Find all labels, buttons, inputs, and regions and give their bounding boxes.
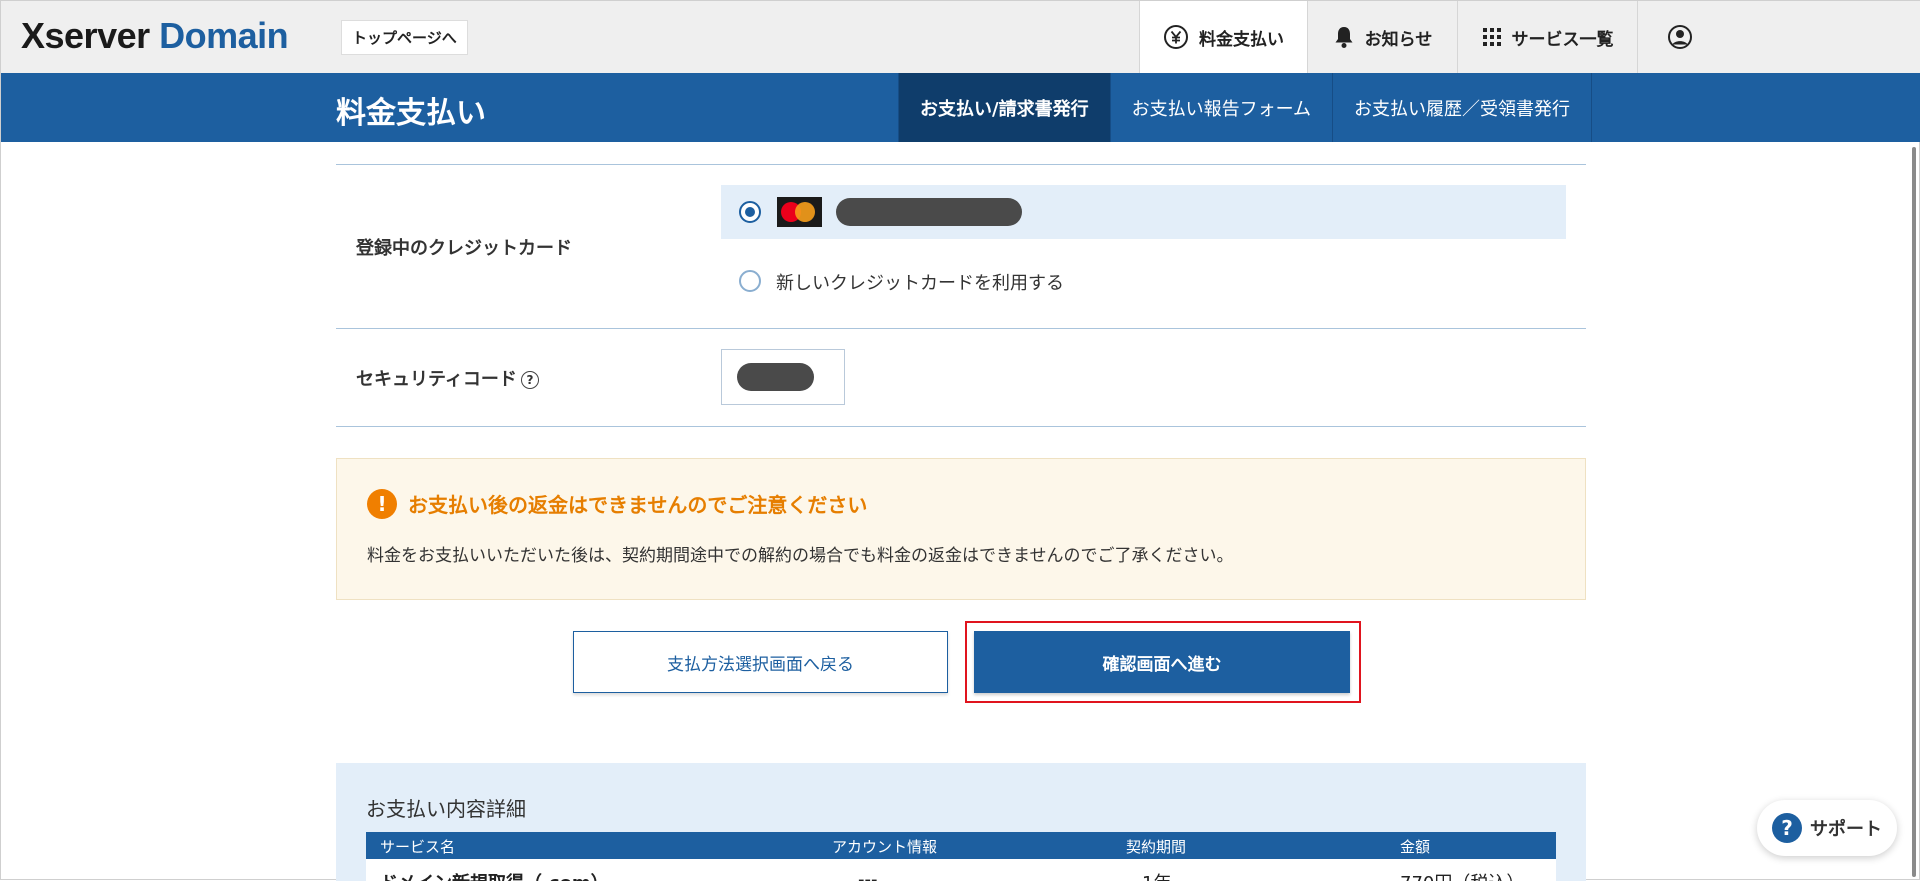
xserver-domain-logo[interactable]: Xserver Domain (21, 15, 289, 57)
support-button[interactable]: ? サポート (1757, 800, 1897, 856)
divider (336, 426, 1586, 427)
table-row: ドメイン新規取得（.com） --- 1年 770円（税込） (366, 859, 1556, 881)
back-button[interactable]: 支払方法選択画面へ戻る (573, 631, 948, 693)
column-contract-period: 契約期間 (1126, 838, 1187, 856)
warning-icon: ! (367, 489, 397, 519)
masked-security-code (737, 363, 814, 391)
top-header: Xserver Domain トップページへ 料金支払い お知らせ サービス一覧 (1, 1, 1920, 73)
details-table-header: サービス名 アカウント情報 契約期間 金額 (366, 832, 1556, 859)
column-amount: 金額 (1400, 838, 1431, 856)
nav-payment-label: 料金支払い (1199, 29, 1284, 50)
notice-title: お支払い後の返金はできませんのでご注意ください (408, 493, 868, 517)
nav-notices[interactable]: お知らせ (1307, 1, 1457, 73)
security-code-label: セキュリティコード? (356, 365, 539, 391)
registered-card-label: 登録中のクレジットカード (356, 238, 572, 259)
logo-text-xserver: Xserver (21, 15, 150, 56)
user-icon (1667, 25, 1692, 49)
masked-card-number (836, 198, 1022, 226)
yen-icon (1164, 25, 1188, 49)
tab-payment-history[interactable]: お支払い履歴／受領書発行 (1332, 73, 1593, 142)
sub-header: 料金支払い お支払い/請求書発行 お支払い報告フォーム お支払い履歴／受領書発行 (1, 73, 1920, 142)
nav-notices-label: お知らせ (1364, 29, 1433, 50)
cell-service: ドメイン新規取得（.com） (380, 869, 609, 881)
nav-services-label: サービス一覧 (1511, 29, 1614, 50)
notice-body: 料金をお支払いいただいた後は、契約期間途中での解約の場合でも料金の返金はできませ… (367, 546, 1234, 566)
divider (336, 164, 1586, 165)
divider (336, 328, 1586, 329)
cell-period: 1年 (1142, 869, 1171, 881)
new-card-radio[interactable] (739, 270, 761, 292)
cell-amount: 770円（税込） (1400, 869, 1524, 881)
page-title: 料金支払い (336, 96, 486, 131)
bell-icon (1335, 27, 1353, 48)
tab-payment-report-form[interactable]: お支払い報告フォーム (1109, 73, 1332, 142)
payment-details: お支払い内容詳細 サービス名 アカウント情報 契約期間 金額 ドメイン新規取得（… (336, 763, 1586, 881)
cell-account: --- (858, 869, 878, 881)
help-icon[interactable]: ? (520, 371, 539, 389)
nav-payment[interactable]: 料金支払い (1139, 1, 1307, 73)
proceed-to-confirm-button[interactable]: 確認画面へ進む (974, 631, 1350, 693)
payment-details-title: お支払い内容詳細 (366, 797, 526, 821)
security-code-text: セキュリティコード (356, 369, 517, 390)
refund-notice: ! お支払い後の返金はできませんのでご注意ください 料金をお支払いいただいた後は… (336, 458, 1586, 600)
registered-card-radio[interactable] (739, 201, 761, 223)
nav-services[interactable]: サービス一覧 (1457, 1, 1637, 73)
support-label: サポート (1810, 819, 1882, 840)
scrollbar[interactable] (1912, 147, 1916, 877)
security-code-input[interactable] (721, 349, 845, 405)
logo-text-domain: Domain (159, 15, 289, 56)
top-nav: 料金支払い お知らせ サービス一覧 (1139, 1, 1721, 73)
nav-account[interactable] (1637, 1, 1721, 73)
tab-payment-invoice[interactable]: お支払い/請求書発行 (898, 73, 1110, 142)
top-page-link[interactable]: トップページへ (341, 20, 468, 55)
column-account-info: アカウント情報 (832, 838, 938, 856)
help-circle-icon: ? (1772, 813, 1802, 843)
new-card-label[interactable]: 新しいクレジットカードを利用する (776, 269, 1064, 295)
column-service-name: サービス名 (380, 838, 456, 856)
grid-icon (1482, 28, 1501, 46)
payment-tabs: お支払い/請求書発行 お支払い報告フォーム お支払い履歴／受領書発行 (898, 73, 1593, 142)
mastercard-icon (777, 197, 822, 227)
